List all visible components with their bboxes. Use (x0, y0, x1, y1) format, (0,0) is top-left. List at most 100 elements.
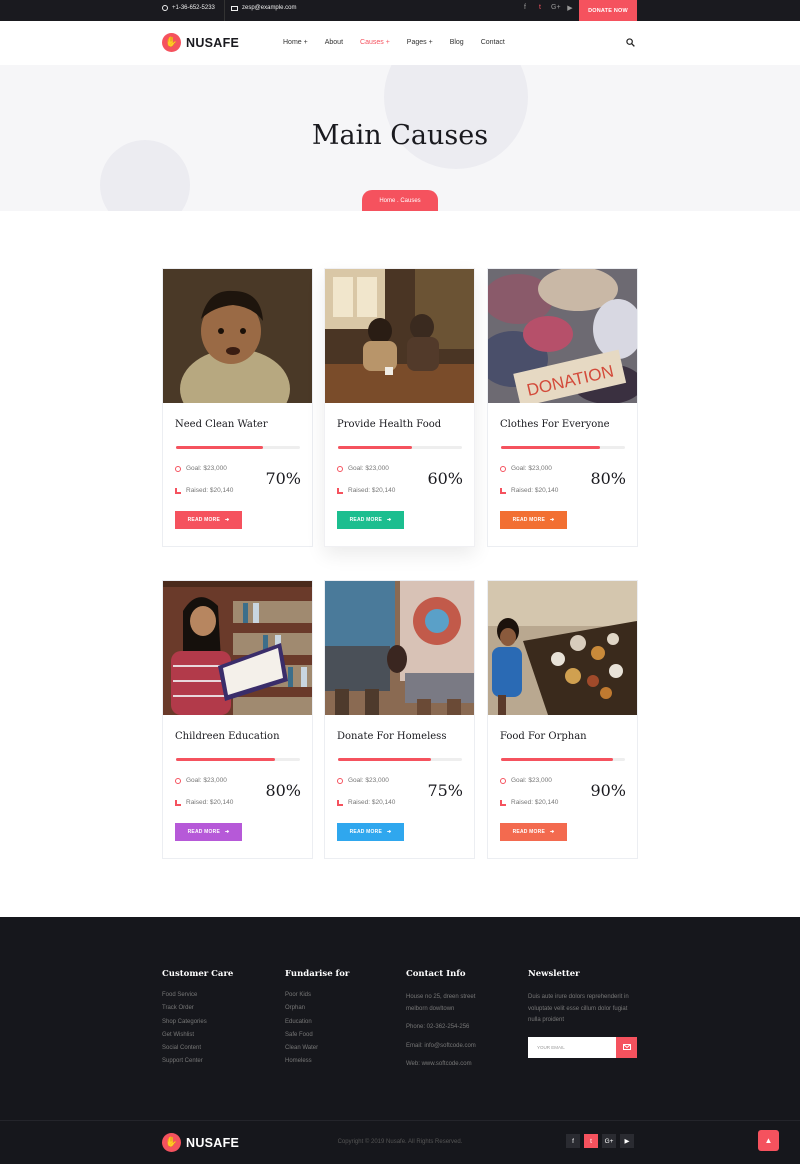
footer-customer-care: Customer Care Food Service Track Order S… (162, 969, 233, 1072)
google-plus-icon[interactable]: G+ (602, 1134, 616, 1148)
breadcrumb[interactable]: Home . Causes (362, 190, 438, 211)
contact-web[interactable]: Web: www.softcode.com (406, 1059, 496, 1071)
goal-row: Goal: $23,000 (175, 465, 227, 472)
raised-text: Raised: $20,140 (348, 487, 396, 494)
twitter-icon[interactable]: t (584, 1134, 598, 1148)
main-nav: Home + About Causes + Pages + Blog Conta… (283, 39, 505, 46)
read-more-label: READ MORE (512, 517, 545, 523)
scroll-to-top-button[interactable]: ▲ (758, 1130, 779, 1151)
read-more-button[interactable]: READ MORE ➔ (175, 823, 242, 841)
nav-contact[interactable]: Contact (481, 39, 505, 46)
cause-title[interactable]: Clothes For Everyone (500, 419, 610, 430)
contact-phone[interactable]: Phone: 02-362-254-256 (406, 1022, 496, 1034)
read-more-button[interactable]: READ MORE ➔ (175, 511, 242, 529)
footer-link[interactable]: Education (285, 1019, 349, 1032)
footer-link[interactable]: Food Service (162, 992, 233, 1005)
cause-card: Donate For Homeless Goal: $23,000 Raised… (324, 580, 475, 859)
cause-image[interactable] (163, 581, 312, 715)
nav-causes[interactable]: Causes + (360, 39, 390, 46)
goal-row: Goal: $23,000 (175, 777, 227, 784)
target-icon (337, 465, 343, 472)
footer-link[interactable]: Track Order (162, 1005, 233, 1018)
raised-row: Raised: $20,140 (500, 487, 558, 494)
facebook-icon[interactable]: f (521, 4, 529, 12)
contact-address: House no 25, dreen street melborn dowlto… (406, 994, 476, 1012)
cause-image[interactable] (325, 269, 474, 403)
cause-image[interactable]: DONATION (488, 269, 637, 403)
arrow-right-icon: ➔ (224, 829, 230, 835)
footer-link[interactable]: Clean Water (285, 1045, 349, 1058)
progress-track (176, 446, 300, 449)
cause-image[interactable] (325, 581, 474, 715)
topbar-phone-text: +1-36-652-5233 (172, 5, 215, 11)
read-more-button[interactable]: READ MORE ➔ (337, 511, 404, 529)
goal-text: Goal: $23,000 (186, 777, 227, 784)
facebook-icon[interactable]: f (566, 1134, 580, 1148)
donate-now-button[interactable]: DONATE NOW (579, 0, 637, 21)
arrow-right-icon: ➔ (224, 517, 230, 523)
read-more-button[interactable]: READ MORE ➔ (337, 823, 404, 841)
copyright: Copyright © 2019 Nusafe. All Rights Rese… (337, 1139, 463, 1145)
footer-link[interactable]: Shop Categories (162, 1019, 233, 1032)
progress-fill (501, 446, 601, 449)
read-more-button[interactable]: READ MORE ➔ (500, 511, 567, 529)
twitter-icon[interactable]: t (536, 4, 544, 12)
cause-title[interactable]: Food For Orphan (500, 731, 587, 742)
nav-blog[interactable]: Blog (450, 39, 464, 46)
goal-text: Goal: $23,000 (186, 465, 227, 472)
progress-track (501, 758, 625, 761)
cause-title[interactable]: Provide Health Food (337, 419, 441, 430)
nav-home[interactable]: Home + (283, 39, 308, 46)
cause-image[interactable] (163, 269, 312, 403)
raised-text: Raised: $20,140 (186, 799, 234, 806)
topbar-email[interactable]: zesp@example.com (231, 5, 296, 11)
arrow-right-icon: ➔ (549, 517, 555, 523)
footer-heading: Customer Care (162, 969, 234, 979)
logo[interactable]: ✋ NUSAFE (162, 33, 239, 52)
cause-title[interactable]: Donate For Homeless (337, 731, 446, 742)
footer-heading: Newsletter (528, 969, 580, 979)
progress-track (176, 758, 300, 761)
footer-link[interactable]: Support Center (162, 1058, 233, 1071)
footer-contact: Contact Info House no 25, dreen street m… (406, 969, 496, 1071)
newsletter-email-input[interactable]: YOUR EMAIL (528, 1036, 616, 1058)
footer-heading: Contact Info (406, 969, 466, 979)
raised-row: Raised: $20,140 (500, 799, 558, 806)
read-more-label: READ MORE (187, 829, 220, 835)
goal-row: Goal: $23,000 (337, 777, 389, 784)
target-icon (175, 465, 181, 472)
chart-icon (337, 487, 343, 494)
percent-label: 80% (590, 469, 626, 488)
page-title: Main Causes (311, 120, 489, 151)
cause-image[interactable] (488, 581, 637, 715)
newsletter-form: YOUR EMAIL (528, 1036, 640, 1058)
search-icon[interactable] (626, 38, 635, 47)
cause-title[interactable]: Childreen Education (175, 731, 280, 742)
nav-about[interactable]: About (325, 39, 343, 46)
percent-label: 70% (265, 469, 301, 488)
cause-card: Childreen Education Goal: $23,000 Raised… (162, 580, 313, 859)
read-more-button[interactable]: READ MORE ➔ (500, 823, 567, 841)
youtube-icon[interactable]: ▶ (566, 4, 574, 12)
footer-link[interactable]: Homeless (285, 1058, 349, 1071)
footer-link[interactable]: Get Wishlist (162, 1032, 233, 1045)
google-plus-icon[interactable]: G+ (551, 4, 561, 12)
goal-row: Goal: $23,000 (500, 465, 552, 472)
logo-text: NUSAFE (186, 35, 240, 50)
footer-link[interactable]: Social Content (162, 1045, 233, 1058)
topbar-phone[interactable]: +1-36-652-5233 (162, 5, 215, 11)
nav-pages[interactable]: Pages + (407, 39, 433, 46)
newsletter-submit-button[interactable] (616, 1036, 637, 1058)
footer-newsletter: Newsletter Duis aute irure dolors repreh… (528, 969, 640, 1058)
goal-row: Goal: $23,000 (500, 777, 552, 784)
read-more-label: READ MORE (512, 829, 545, 835)
footer-link[interactable]: Poor Kids (285, 992, 349, 1005)
footer-link[interactable]: Safe Food (285, 1032, 349, 1045)
contact-email[interactable]: Email: info@softcode.com (406, 1041, 496, 1053)
target-icon (500, 777, 506, 784)
footer-socials: f t G+ ▶ (566, 1134, 634, 1148)
chevron-up-icon: ▲ (764, 1136, 773, 1145)
footer-link[interactable]: Orphan (285, 1005, 349, 1018)
youtube-icon[interactable]: ▶ (620, 1134, 634, 1148)
cause-title[interactable]: Need Clean Water (175, 419, 268, 430)
